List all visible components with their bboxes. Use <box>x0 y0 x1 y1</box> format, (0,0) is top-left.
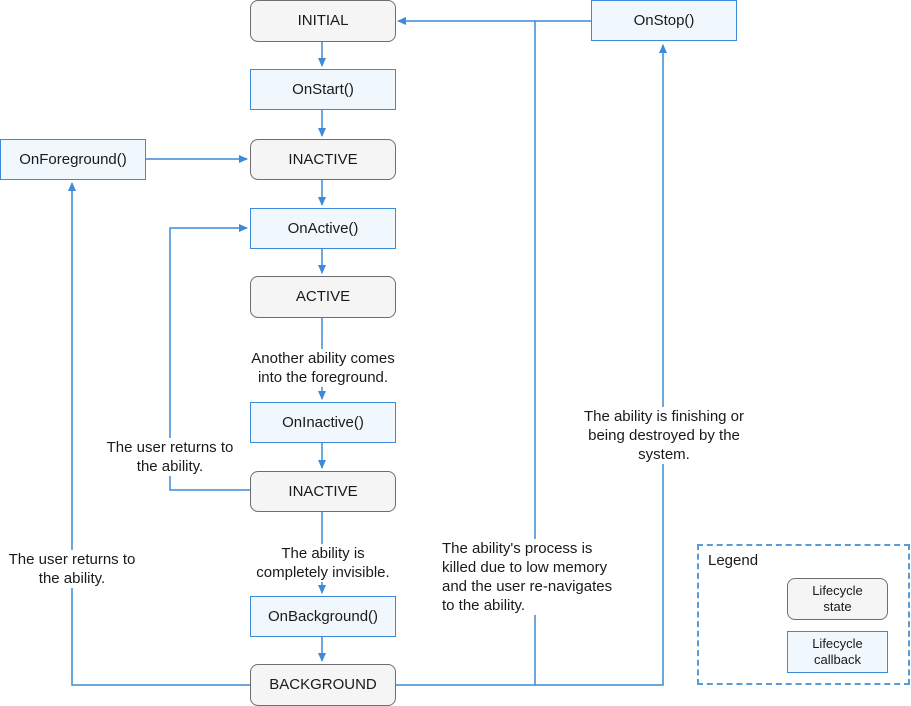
state-inactive-top: INACTIVE <box>250 139 396 180</box>
legend-callback-swatch: Lifecycle callback <box>787 631 888 673</box>
callback-oninactive-label: OnInactive() <box>282 413 364 431</box>
callback-onbackground-label: OnBackground() <box>267 607 379 625</box>
edge-background-onforeground <box>68 182 250 686</box>
edge-label-user-returns-inner: The user returns to the ability. <box>106 438 234 476</box>
callback-onstop: OnStop() <box>591 0 737 41</box>
callback-onactive-label: OnActive() <box>287 219 359 237</box>
state-inactive-bottom-label: INACTIVE <box>288 482 358 500</box>
legend-state-label: Lifecycle state <box>812 583 863 614</box>
legend: Legend Lifecycle state Lifecycle callbac… <box>697 544 910 685</box>
edge-label-process-killed: The ability's process is killed due to l… <box>442 539 626 615</box>
state-background-label: BACKGROUND <box>269 676 377 693</box>
state-inactive-bottom: INACTIVE <box>250 471 396 512</box>
callback-oninactive: OnInactive() <box>250 402 396 443</box>
callback-onstart-label: OnStart() <box>292 80 354 98</box>
callback-onstart: OnStart() <box>250 69 396 110</box>
callback-onforeground: OnForeground() <box>0 139 146 180</box>
legend-title: Legend <box>708 552 759 569</box>
callback-onactive: OnActive() <box>250 208 396 249</box>
state-inactive-top-label: INACTIVE <box>288 150 358 168</box>
edge-label-another-ability: Another ability comes into the foregroun… <box>240 349 406 387</box>
edge-label-user-returns-outer: The user returns to the ability. <box>8 550 136 588</box>
legend-state-swatch: Lifecycle state <box>787 578 888 620</box>
callback-onstop-label: OnStop() <box>633 11 695 29</box>
state-initial-label: INITIAL <box>297 12 349 29</box>
state-active: ACTIVE <box>250 276 396 318</box>
state-initial: INITIAL <box>250 0 396 42</box>
state-background: BACKGROUND <box>250 664 396 706</box>
callback-onforeground-label: OnForeground() <box>19 150 127 168</box>
state-active-label: ACTIVE <box>295 288 351 305</box>
edge-label-finishing: The ability is finishing or being destro… <box>572 407 756 464</box>
edge-label-invisible: The ability is completely invisible. <box>246 544 400 582</box>
legend-callback-label: Lifecycle callback <box>812 636 863 667</box>
callback-onbackground: OnBackground() <box>250 596 396 637</box>
